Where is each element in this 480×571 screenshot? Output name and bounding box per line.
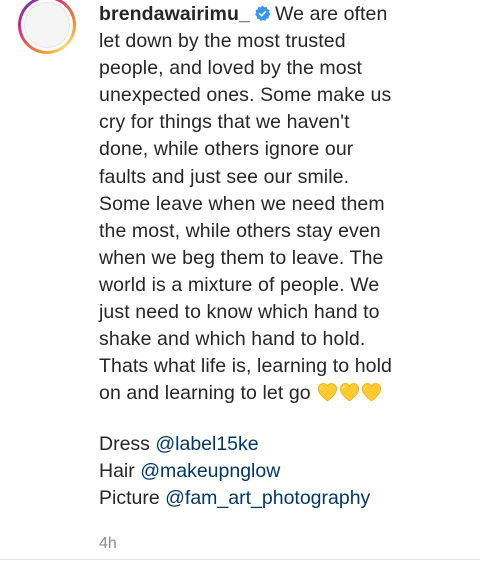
caption-line: people, and loved by the most (99, 57, 363, 80)
credit-hair: Hair @makeupnglow (99, 458, 370, 485)
caption-first-line: brendawairimu_ We are often (99, 1, 419, 28)
username[interactable]: brendawairimu_ (99, 3, 250, 25)
caption-line: Thats what life is, learning to hold (99, 355, 393, 378)
mention-link[interactable]: @fam_art_photography (165, 487, 370, 509)
caption-line: the most, while others stay even (99, 219, 381, 242)
caption-line: unexpected ones. Some make us (99, 84, 392, 107)
caption-line: world is a mixture of people. We (99, 273, 380, 296)
caption-text-start: We are often (274, 3, 388, 25)
caption-line: faults and just see our smile. (99, 165, 350, 188)
comment: brendawairimu_ We are often let down by t… (0, 0, 480, 571)
avatar-border (21, 0, 73, 51)
credit-label: Dress (99, 433, 150, 455)
divider (0, 559, 480, 560)
credits: Dress @label15ke Hair @makeupnglow Pictu… (99, 431, 370, 512)
caption-text-end: on and learning to let go (99, 382, 311, 405)
credit-label: Hair (99, 460, 135, 483)
story-ring[interactable] (18, 0, 76, 54)
yellow-heart-icon (362, 383, 382, 402)
caption-line: Some leave when we need them (99, 192, 385, 215)
comment-body: brendawairimu_ We are often let down by t… (99, 1, 419, 407)
mention-link[interactable]: @label15ke (155, 433, 258, 455)
caption-line: just need to know which hand to (99, 301, 380, 324)
yellow-heart-icon (340, 383, 360, 402)
caption-last-line: on and learning to let go (99, 380, 419, 407)
avatar[interactable] (24, 2, 70, 48)
verified-badge-icon (254, 5, 271, 21)
credit-label: Picture (99, 487, 160, 510)
caption-line: shake and which hand to hold. (99, 328, 366, 351)
mention-link[interactable]: @makeupnglow (140, 460, 280, 482)
yellow-heart-icon (318, 383, 338, 402)
timestamp: 4h (99, 535, 117, 552)
caption-line: done, while others ignore our (99, 138, 354, 161)
caption-line: when we beg them to leave. The (99, 246, 384, 269)
caption-line: let down by the most trusted (99, 30, 346, 53)
credit-picture: Picture @fam_art_photography (99, 485, 370, 512)
credit-dress: Dress @label15ke (99, 431, 370, 458)
caption-line: cry for things that we haven't (99, 111, 350, 134)
